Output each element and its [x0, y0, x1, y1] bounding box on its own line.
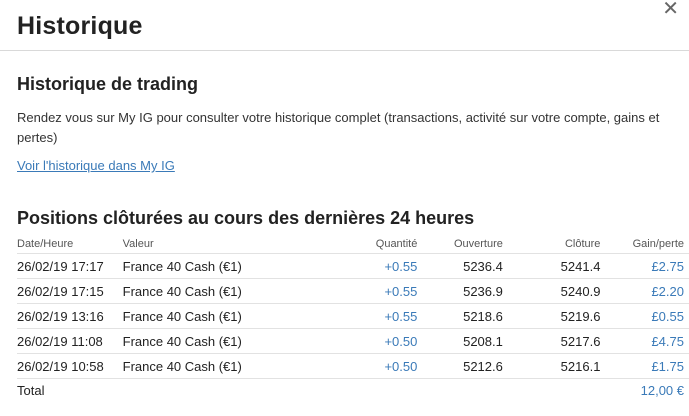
cell-open: 5236.9	[417, 278, 503, 304]
cell-gain: £0.55	[600, 303, 689, 329]
cell-close: 5217.6	[502, 328, 601, 354]
table-row: 26/02/19 13:16 France 40 Cash (€1) +0.55…	[17, 303, 689, 329]
table-row: 26/02/19 17:15 France 40 Cash (€1) +0.55…	[17, 278, 689, 304]
view-history-link[interactable]: Voir l'historique dans My IG	[17, 158, 175, 173]
cell-open: 5236.4	[417, 253, 503, 279]
cell-gain: £1.75	[600, 353, 689, 379]
cell-value: France 40 Cash (€1)	[122, 353, 329, 379]
cell-gain: £4.75	[600, 328, 689, 354]
total-value: 12,00 €	[600, 378, 689, 402]
table-header-row: Date/Heure Valeur Quantité Ouverture Clô…	[17, 234, 689, 254]
cell-date: 26/02/19 10:58	[17, 353, 123, 379]
cell-close: 5216.1	[502, 353, 601, 379]
cell-date: 26/02/19 13:16	[17, 303, 123, 329]
cell-quantity: +0.55	[328, 278, 418, 304]
cell-date: 26/02/19 17:17	[17, 253, 123, 279]
col-value-header: Valeur	[122, 237, 154, 250]
col-open-header: Ouverture	[453, 237, 503, 250]
total-row: Total 12,00 €	[17, 378, 689, 402]
cell-open: 5212.6	[417, 353, 503, 379]
closed-positions-table: Date/Heure Valeur Quantité Ouverture Clô…	[17, 234, 689, 402]
cell-quantity: +0.55	[328, 303, 418, 329]
total-label: Total	[17, 378, 123, 402]
table-row: 26/02/19 17:17 France 40 Cash (€1) +0.55…	[17, 253, 689, 279]
cell-open: 5208.1	[417, 328, 503, 354]
trading-history-title: Historique de trading	[17, 74, 199, 94]
closed-positions-title: Positions clôturées au cours des dernièr…	[17, 208, 475, 228]
trading-history-description: Rendez vous sur My IG pour consulter vot…	[17, 110, 660, 145]
col-date-header: Date/Heure	[17, 237, 74, 250]
dialog-title: Historique	[17, 12, 143, 40]
cell-value: France 40 Cash (€1)	[122, 328, 329, 354]
cell-date: 26/02/19 11:08	[17, 328, 123, 354]
cell-open: 5218.6	[417, 303, 503, 329]
cell-value: France 40 Cash (€1)	[122, 303, 329, 329]
cell-gain: £2.20	[600, 278, 689, 304]
col-gain-header: Gain/perte	[632, 237, 684, 250]
cell-value: France 40 Cash (€1)	[122, 278, 329, 304]
cell-quantity: +0.50	[328, 328, 418, 354]
cell-value: France 40 Cash (€1)	[122, 253, 329, 279]
close-icon[interactable]: ✕	[662, 0, 679, 19]
col-quantity-header: Quantité	[375, 237, 418, 250]
cell-close: 5219.6	[502, 303, 601, 329]
cell-quantity: +0.50	[328, 353, 418, 379]
cell-close: 5240.9	[502, 278, 601, 304]
dialog-header: Historique ✕	[0, 0, 689, 51]
cell-date: 26/02/19 17:15	[17, 278, 123, 304]
table-row: 26/02/19 11:08 France 40 Cash (€1) +0.50…	[17, 328, 689, 354]
cell-close: 5241.4	[502, 253, 601, 279]
col-close-header: Clôture	[564, 237, 601, 250]
cell-quantity: +0.55	[328, 253, 418, 279]
table-row: 26/02/19 10:58 France 40 Cash (€1) +0.50…	[17, 353, 689, 379]
cell-gain: £2.75	[600, 253, 689, 279]
